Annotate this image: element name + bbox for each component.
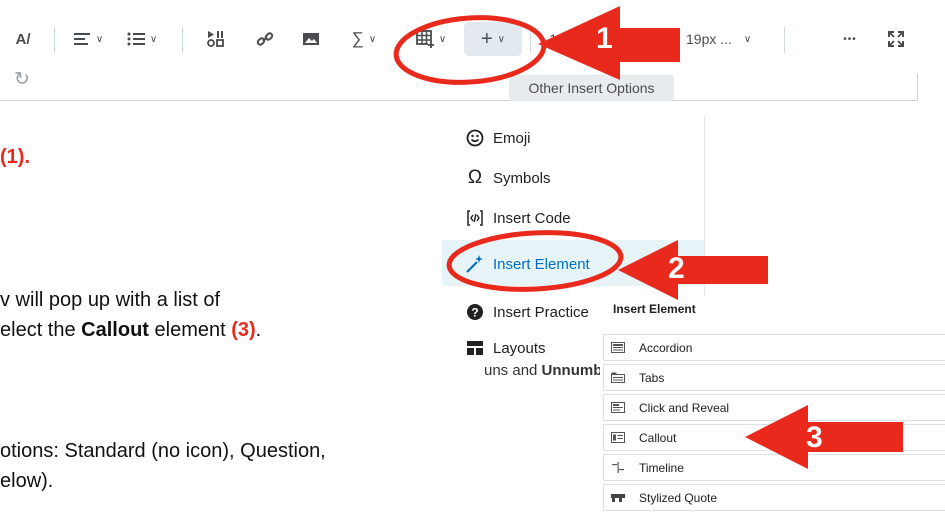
- highlight-ellipse-2: [446, 230, 624, 292]
- annotation-number-3: 3: [806, 421, 823, 454]
- annotation-arrow-2: [618, 240, 768, 300]
- annotation-overlay: [393, 6, 903, 469]
- annotation-number-2: 2: [668, 252, 685, 285]
- annotation-arrow-3: [745, 405, 903, 469]
- highlight-ellipse-1: [393, 15, 547, 85]
- annotation-number-1: 1: [596, 22, 613, 55]
